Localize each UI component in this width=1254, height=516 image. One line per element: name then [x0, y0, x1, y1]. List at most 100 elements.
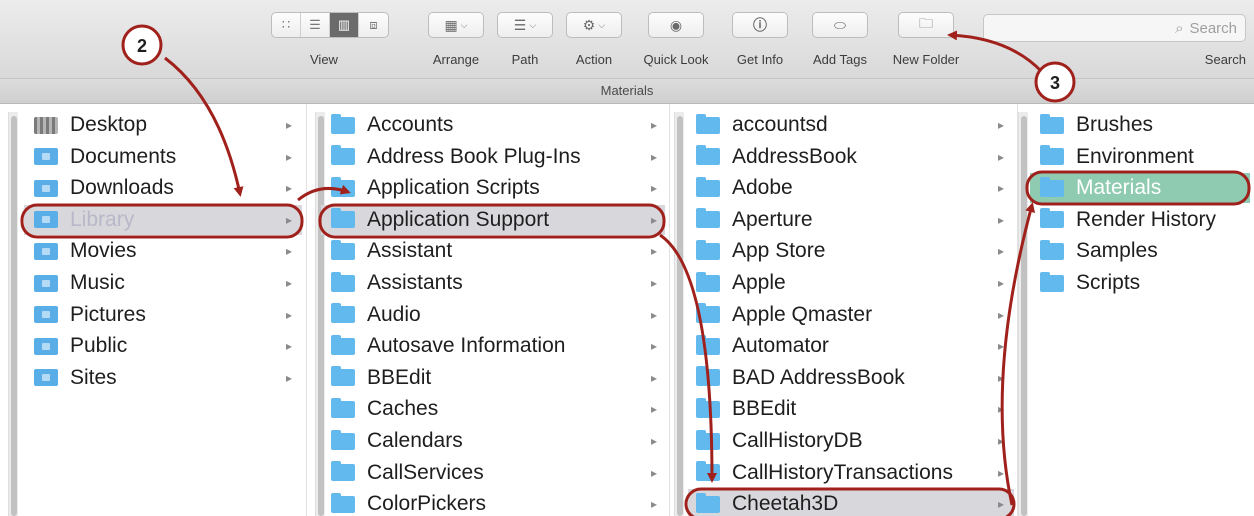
view-segmented-control[interactable]: ∷ ☰ ▥ ⧈: [271, 12, 389, 38]
list-item-sites[interactable]: Sites ▸: [24, 363, 302, 393]
add-tags-group: ⬭ Add Tags: [812, 12, 868, 70]
chevron-right-icon: ▸: [998, 497, 1005, 512]
list-item-label: AddressBook: [732, 144, 857, 168]
list-item-label: Apple: [732, 271, 786, 294]
chevron-down-icon: ⌵: [598, 19, 606, 30]
search-icon: ⌕: [1175, 19, 1184, 37]
scrollbar-thumb[interactable]: [677, 116, 683, 516]
list-item-label: Cheetah3D: [732, 492, 839, 516]
get-info-button[interactable]: ⓘ: [732, 12, 788, 38]
gear-icon: ⚙: [582, 16, 596, 33]
list-item-public[interactable]: Public ▸: [24, 331, 302, 361]
view-label: View: [310, 52, 338, 67]
list-view-icon[interactable]: ☰: [301, 13, 330, 37]
list-item-adobe[interactable]: Adobe ▸: [688, 173, 1014, 203]
list-item-label: Aperture: [732, 207, 813, 231]
column-view-icon[interactable]: ▥: [330, 13, 359, 37]
cheetah3d-column: Brushes Environment Materials Render Histor…: [1017, 104, 1254, 516]
list-item-library[interactable]: Library ▸: [24, 204, 302, 235]
list-item-materials[interactable]: Materials: [1030, 173, 1250, 204]
folder-icon: [696, 461, 720, 482]
list-item-callservices[interactable]: CallServices ▸: [321, 458, 665, 488]
folder-icon: [331, 176, 355, 197]
list-item-application-scripts[interactable]: Application Scripts ▸: [321, 173, 665, 203]
folder-icon: [696, 366, 720, 387]
list-item-label: Materials: [1076, 176, 1162, 200]
list-item-cheetah3d[interactable]: Cheetah3D ▸: [688, 489, 1014, 516]
list-item-autosave-information[interactable]: Autosave Information ▸: [321, 331, 665, 361]
list-item-bbedit[interactable]: BBEdit ▸: [321, 363, 665, 393]
list-item-colorpickers[interactable]: ColorPickers ▸: [321, 489, 665, 516]
list-item-samples[interactable]: Samples: [1030, 236, 1250, 266]
folder-icon: [696, 334, 720, 355]
list-item-callhistorytransactions[interactable]: CallHistoryTransactions ▸: [688, 458, 1014, 488]
get-info-label: Get Info: [736, 52, 784, 67]
list-item-automator[interactable]: Automator ▸: [688, 331, 1014, 361]
icon-view-icon[interactable]: ∷: [272, 13, 301, 37]
list-item-callhistorydb[interactable]: CallHistoryDB ▸: [688, 426, 1014, 456]
downloads-icon: [34, 179, 58, 197]
add-tags-button[interactable]: ⬭: [812, 12, 868, 38]
list-item-aperture[interactable]: Aperture ▸: [688, 205, 1014, 235]
list-item-label: Application Scripts: [367, 176, 540, 200]
chevron-right-icon: ▸: [651, 465, 658, 480]
action-button[interactable]: ⚙ ⌵: [566, 12, 622, 38]
eye-icon: ◉: [669, 16, 683, 33]
new-folder-button[interactable]: 🗀: [898, 12, 954, 38]
quick-look-button[interactable]: ◉: [648, 12, 704, 38]
list-item-bbedit[interactable]: BBEdit ▸: [688, 394, 1014, 424]
list-item-caches[interactable]: Caches ▸: [321, 394, 665, 424]
list-item-environment[interactable]: Environment: [1030, 142, 1250, 172]
path-button[interactable]: ☰ ⌵: [497, 12, 553, 38]
scrollbar[interactable]: [8, 112, 18, 516]
list-item-movies[interactable]: Movies ▸: [24, 236, 302, 266]
list-item-documents[interactable]: Documents ▸: [24, 142, 302, 172]
library-column: Accounts ▸ Address Book Plug-Ins ▸ Applicati…: [306, 104, 669, 516]
list-item-label: BBEdit: [367, 365, 432, 389]
folder-icon: [1040, 208, 1064, 229]
scrollbar-thumb[interactable]: [1021, 116, 1027, 516]
scrollbar[interactable]: [1018, 112, 1028, 516]
list-item-music[interactable]: Music ▸: [24, 268, 302, 298]
folder-icon: [696, 113, 720, 134]
cover-flow-view-icon[interactable]: ⧈: [359, 13, 388, 37]
chevron-right-icon: ▸: [286, 370, 293, 385]
list-item-accounts[interactable]: Accounts ▸: [321, 110, 665, 140]
folder-icon: [696, 239, 720, 260]
folder-icon: [696, 429, 720, 450]
list-item-scripts[interactable]: Scripts: [1030, 268, 1250, 298]
search-field[interactable]: ⌕ Search: [983, 14, 1246, 42]
list-item-label: Environment: [1076, 144, 1194, 168]
list-item-addressbook[interactable]: AddressBook ▸: [688, 142, 1014, 172]
chevron-right-icon: ▸: [998, 244, 1005, 259]
path-icon: ☰: [513, 16, 527, 33]
quick-look-label: Quick Look: [643, 52, 709, 67]
list-item-downloads[interactable]: Downloads ▸: [24, 173, 302, 203]
list-item-pictures[interactable]: Pictures ▸: [24, 300, 302, 330]
new-folder-group: 🗀 New Folder: [893, 12, 959, 70]
scrollbar[interactable]: [674, 112, 684, 516]
list-item-render-history[interactable]: Render History: [1030, 205, 1250, 235]
arrange-group: ▦ ⌵ Arrange: [428, 12, 484, 70]
list-item-apple-qmaster[interactable]: Apple Qmaster ▸: [688, 300, 1014, 330]
list-item-calendars[interactable]: Calendars ▸: [321, 426, 665, 456]
list-item-apple[interactable]: Apple ▸: [688, 268, 1014, 298]
list-item-assistant[interactable]: Assistant ▸: [321, 236, 665, 266]
add-tags-label: Add Tags: [813, 52, 867, 67]
public-icon: [34, 337, 58, 355]
list-item-brushes[interactable]: Brushes: [1030, 110, 1250, 140]
list-item-address-book-plug-ins[interactable]: Address Book Plug-Ins ▸: [321, 142, 665, 172]
music-icon: [34, 274, 58, 292]
list-item-bad-addressbook[interactable]: BAD AddressBook ▸: [688, 363, 1014, 393]
list-item-accountsd[interactable]: accountsd ▸: [688, 110, 1014, 140]
arrange-button[interactable]: ▦ ⌵: [428, 12, 484, 38]
chevron-right-icon: ▸: [998, 181, 1005, 196]
chevron-right-icon: ▸: [998, 307, 1005, 322]
list-item-audio[interactable]: Audio ▸: [321, 300, 665, 330]
list-item-desktop[interactable]: Desktop ▸: [24, 110, 302, 140]
scrollbar-thumb[interactable]: [11, 116, 17, 516]
list-item-label: Assistant: [367, 239, 453, 263]
list-item-app-store[interactable]: App Store ▸: [688, 236, 1014, 266]
list-item-assistants[interactable]: Assistants ▸: [321, 268, 665, 298]
list-item-application-support[interactable]: Application Support ▸: [321, 204, 665, 235]
